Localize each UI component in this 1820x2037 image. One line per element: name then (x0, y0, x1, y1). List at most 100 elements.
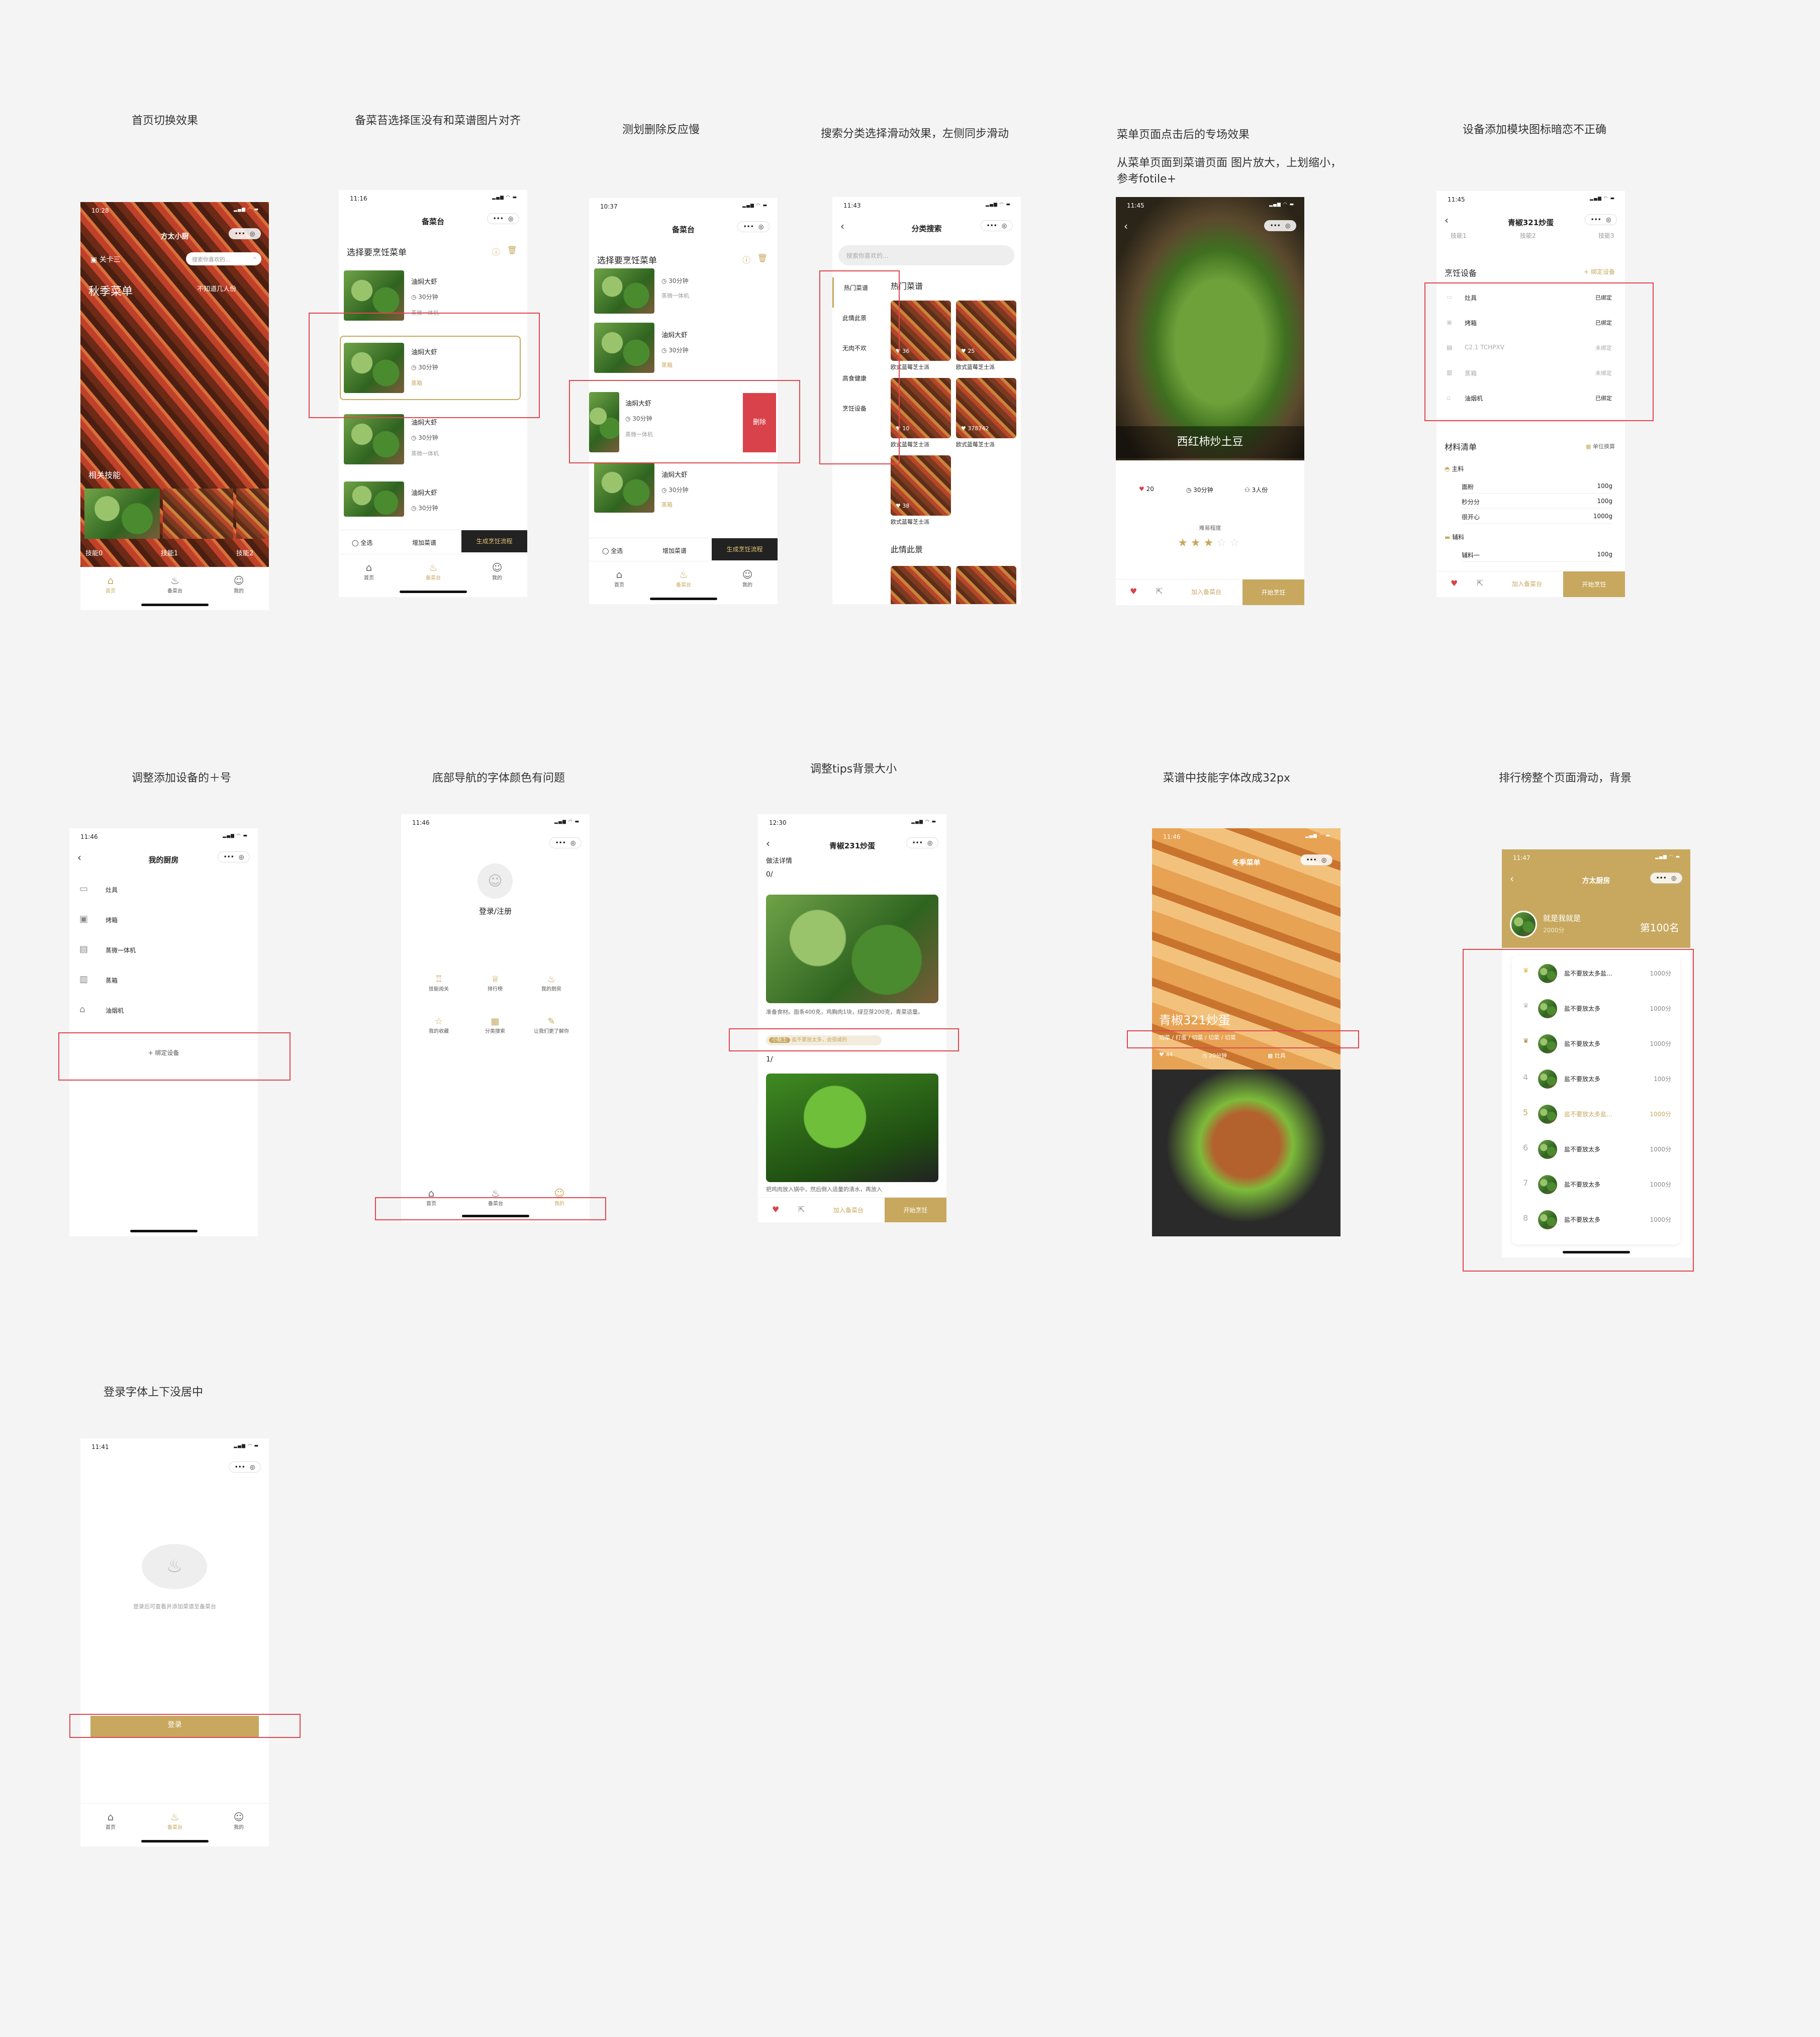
tab-home[interactable]: ⌂ 首页 (604, 568, 634, 588)
tab-home[interactable]: ⌂ 首页 (95, 574, 126, 594)
tab-prep[interactable]: ♨ 备菜台 (668, 568, 699, 588)
capsule-menu[interactable]: ••• ◎ (737, 221, 770, 232)
grid-skills[interactable]: ♖ 技能阅关 (411, 974, 466, 992)
capsule-menu[interactable]: ••• ◎ (1585, 214, 1617, 225)
device-row[interactable]: ▭ 灶具 (69, 876, 258, 906)
ingredient-row: 面粉 100g (1462, 482, 1612, 494)
device-row[interactable]: ▣ 烤箱 (69, 906, 258, 936)
select-all[interactable]: ◯ 全选 (602, 546, 623, 555)
recipe-tag: 蒸微一体机 (411, 450, 439, 457)
tab-bar: ⌂ 首页 ♨ 备菜台 ☺ 我的 (80, 567, 269, 610)
search-input[interactable]: 搜索你喜欢的... (838, 245, 1014, 265)
step-image (766, 1074, 938, 1182)
capsule-menu[interactable]: ••• ◎ (218, 851, 250, 862)
capsule-menu[interactable]: ••• ◎ (487, 213, 519, 224)
recipe-name: 油焖大虾 (411, 278, 438, 286)
recipe-card[interactable] (956, 566, 1016, 604)
skill-card-0[interactable] (84, 489, 160, 539)
star-icon: ☆ (434, 1016, 443, 1027)
tab-home[interactable]: ⌂ 首页 (95, 1811, 126, 1830)
capsule-menu[interactable]: ••• ◎ (1300, 854, 1332, 865)
share-icon[interactable]: ⇱ (1477, 578, 1483, 588)
recipe-thumb[interactable] (594, 268, 654, 314)
start-cooking-button[interactable]: 开始烹饪 (1563, 571, 1625, 597)
tab-mine[interactable]: ☺ 我的 (732, 568, 762, 588)
back-icon[interactable]: ‹ (1124, 220, 1128, 232)
bind-device-button[interactable]: + 绑定设备 (1584, 267, 1615, 276)
unit-convert-button[interactable]: ▦ 单位换算 (1586, 442, 1615, 450)
start-cooking-button[interactable]: 开始烹饪 (885, 1198, 946, 1222)
recipe-thumb[interactable] (344, 481, 404, 517)
capsule-menu[interactable]: ••• ◎ (1650, 872, 1682, 884)
skill-card-1[interactable] (163, 489, 233, 539)
action-bar: ◯ 全选 增加菜谱 生成烹饪流程 (589, 538, 778, 562)
home-indicator (130, 1230, 198, 1232)
trash-icon[interactable]: 🗑 (507, 245, 517, 255)
device-row[interactable]: ▥ 蒸箱 (69, 966, 258, 996)
add-to-prep-button[interactable]: 加入备菜台 (833, 1206, 864, 1214)
status-time: 11:45 (1127, 202, 1144, 209)
status-indicators: ▂▄▆ ◠ ▬ (1655, 854, 1680, 859)
capsule-menu[interactable]: ••• ◎ (981, 220, 1013, 231)
share-icon[interactable]: ⇱ (1156, 587, 1163, 596)
capsule-menu[interactable]: ••• ◎ (906, 837, 938, 848)
capsule-menu[interactable]: ••• ◎ (549, 837, 582, 848)
heart-icon[interactable]: ♥ (1451, 578, 1458, 588)
heart-icon[interactable]: ♥ (772, 1205, 779, 1214)
home-indicator (399, 591, 467, 593)
select-all[interactable]: ◯ 全选 (352, 538, 372, 547)
capsule-menu[interactable]: ••• ◎ (229, 1462, 261, 1473)
capsule-menu[interactable]: ••• ◎ (1264, 220, 1296, 231)
login-register-link[interactable]: 登录/注册 (401, 906, 590, 916)
grid-favorites[interactable]: ☆ 我的收藏 (411, 1016, 466, 1034)
tab-mine[interactable]: ☺ 我的 (224, 1811, 254, 1830)
tab-prep[interactable]: ♨ 备菜台 (160, 574, 190, 594)
help-icon[interactable]: ⓘ (492, 245, 500, 257)
recipe-thumb[interactable] (594, 323, 654, 373)
tab-bar: ⌂ 首页 ♨ 备菜台 ☺ 我的 (339, 554, 527, 597)
add-recipe-button[interactable]: 增加菜谱 (662, 546, 687, 555)
grid-profile[interactable]: ✎ 让我们更了解你 (524, 1016, 579, 1034)
skill-tab-3[interactable]: 技能3 (1598, 231, 1614, 240)
add-recipe-button[interactable]: 增加菜谱 (412, 538, 436, 547)
device-row[interactable]: ▤ 蒸微一体机 (69, 936, 258, 966)
grid-ranking[interactable]: ♕ 排行榜 (467, 974, 523, 992)
recipe-thumb[interactable] (594, 462, 654, 513)
add-to-prep-button[interactable]: 加入备菜台 (1512, 579, 1542, 588)
generate-flow-button[interactable]: 生成烹饪流程 (712, 538, 778, 560)
capsule-menu[interactable]: ••• ◎ (229, 228, 261, 239)
generate-flow-button[interactable]: 生成烹饪流程 (461, 530, 527, 552)
device-row[interactable]: ⌂ 油烟机 (69, 996, 258, 1026)
section-scene: 此情此景 (891, 545, 923, 554)
user-icon: ☺ (742, 568, 753, 580)
grid-kitchen[interactable]: ♨ 我的厨房 (524, 974, 579, 992)
skill-card-2[interactable] (236, 489, 269, 539)
status-indicators: ▂▄▆ ◠ ▬ (234, 1443, 259, 1448)
tab-prep[interactable]: ♨ 备菜台 (160, 1811, 190, 1830)
tab-home[interactable]: ⌂ 首页 (354, 561, 384, 581)
heart-icon[interactable]: ♥ (1130, 587, 1137, 596)
tab-prep[interactable]: ♨ 备菜台 (418, 561, 448, 581)
search-input[interactable]: 搜索你喜欢的... ⌕ (186, 252, 261, 265)
grid-search[interactable]: ▦ 分类搜索 (467, 1016, 523, 1034)
avatar[interactable]: ☺ (477, 863, 513, 899)
tab-mine[interactable]: ☺ 我的 (482, 561, 512, 581)
related-skills-title: 相关技能 (88, 470, 121, 480)
add-to-prep-button[interactable]: 加入备菜台 (1191, 588, 1221, 596)
recipe-card[interactable] (891, 566, 951, 604)
help-icon[interactable]: ⓘ (742, 253, 750, 265)
share-icon[interactable]: ⇱ (798, 1205, 805, 1214)
device-list: ▭ 灶具 ▣ 烤箱 ▤ 蒸微一体机 ▥ 蒸箱 ⌂ 油烟机 (69, 876, 258, 1026)
tab-mine[interactable]: ☺ 我的 (224, 574, 254, 594)
trash-icon[interactable]: 🗑 (757, 253, 768, 263)
user-name: ▣ 关卡三 (90, 256, 121, 264)
skill-tab-1[interactable]: 技能1 (1451, 231, 1467, 240)
oven-icon: ▣ (79, 914, 88, 924)
start-cooking-button[interactable]: 开始烹饪 (1242, 579, 1304, 605)
recipe-name: 油焖大虾 (411, 490, 438, 497)
card-likes: ♥ 38 (896, 503, 910, 509)
skill-tab-2[interactable]: 技能2 (1520, 231, 1536, 240)
tab-bar: ⌂ 首页 ♨ 备菜台 ☺ 我的 (589, 561, 778, 604)
avatar[interactable] (1510, 911, 1537, 938)
recipe-thumb[interactable] (344, 414, 404, 464)
